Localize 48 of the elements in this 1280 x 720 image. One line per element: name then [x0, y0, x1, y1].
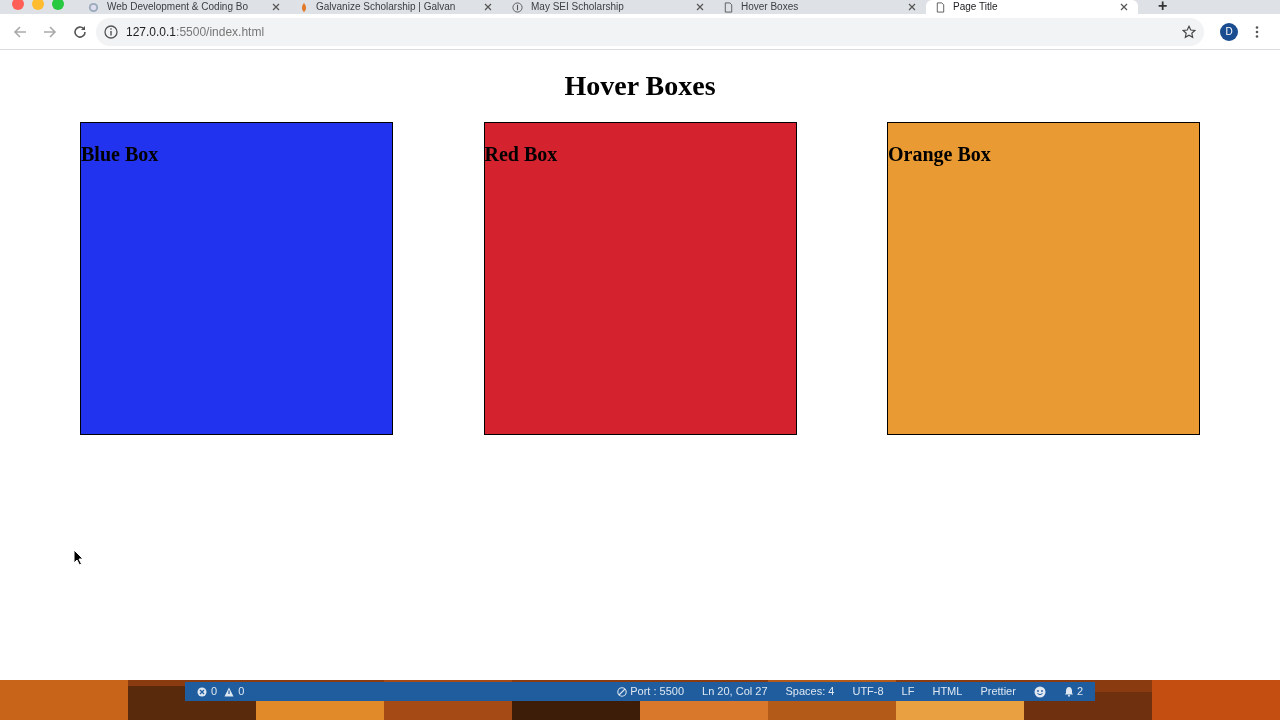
- warning-count[interactable]: 0: [238, 683, 245, 700]
- tab-title: Galvanize Scholarship | Galvan: [316, 1, 457, 13]
- browser-tab[interactable]: Hover Boxes: [714, 0, 926, 14]
- status-item[interactable]: UTF-8: [852, 683, 884, 700]
- circle-icon: [512, 1, 523, 13]
- bell-icon: [1063, 686, 1074, 697]
- browser-tab[interactable]: Page Title: [926, 0, 1138, 14]
- tab-title: May SEI Scholarship: [531, 1, 625, 13]
- profile-avatar[interactable]: D: [1220, 22, 1238, 41]
- close-icon[interactable]: [908, 3, 916, 11]
- page-icon: [724, 1, 733, 13]
- star-icon[interactable]: [1182, 24, 1196, 39]
- status-item[interactable]: LF: [901, 683, 915, 700]
- flame-icon: [300, 1, 308, 13]
- close-icon[interactable]: [1120, 3, 1128, 11]
- colored-box[interactable]: Red Box: [483, 122, 797, 435]
- page-icon: [936, 1, 945, 13]
- status-item[interactable]: Spaces: 4: [785, 683, 835, 700]
- prohibited-icon: [617, 686, 628, 697]
- reload-icon[interactable]: [72, 23, 88, 40]
- notification-status[interactable]: 2: [1063, 683, 1083, 700]
- box-label: Orange Box: [888, 142, 992, 166]
- tab-title: Web Development & Coding Bo: [107, 1, 249, 13]
- colored-box[interactable]: Orange Box: [887, 122, 1200, 435]
- tab-title: Page Title: [953, 1, 999, 13]
- status-item[interactable]: HTML: [932, 683, 963, 700]
- address-bar[interactable]: 127.0.0.1:5500/index.html: [96, 17, 1204, 46]
- browser-tab[interactable]: Web Development & Coding Bo: [78, 0, 290, 14]
- mouse-pointer-icon: [73, 549, 84, 566]
- close-icon[interactable]: [484, 3, 492, 11]
- error-count[interactable]: 0: [211, 683, 218, 700]
- close-icon[interactable]: [696, 3, 704, 11]
- port-status[interactable]: Port : 5500: [617, 683, 685, 700]
- status-item[interactable]: Ln 20, Col 27: [702, 683, 768, 700]
- box-label: Red Box: [484, 142, 559, 166]
- error-icon[interactable]: [197, 686, 207, 697]
- new-tab-button[interactable]: +: [1158, 0, 1168, 12]
- url-text: 127.0.0.1:5500/index.html: [126, 23, 265, 41]
- browser-tab[interactable]: Galvanize Scholarship | Galvan: [290, 0, 502, 14]
- page-heading: Hover Boxes: [563, 70, 717, 102]
- tab-title: Hover Boxes: [741, 1, 800, 13]
- smiley-icon[interactable]: [1033, 685, 1046, 698]
- info-icon[interactable]: [104, 24, 118, 39]
- warning-icon[interactable]: [224, 686, 235, 697]
- status-item[interactable]: Prettier: [980, 683, 1016, 700]
- browser-tab[interactable]: May SEI Scholarship: [502, 0, 714, 14]
- box-label: Blue Box: [81, 142, 160, 166]
- close-icon[interactable]: [272, 3, 280, 11]
